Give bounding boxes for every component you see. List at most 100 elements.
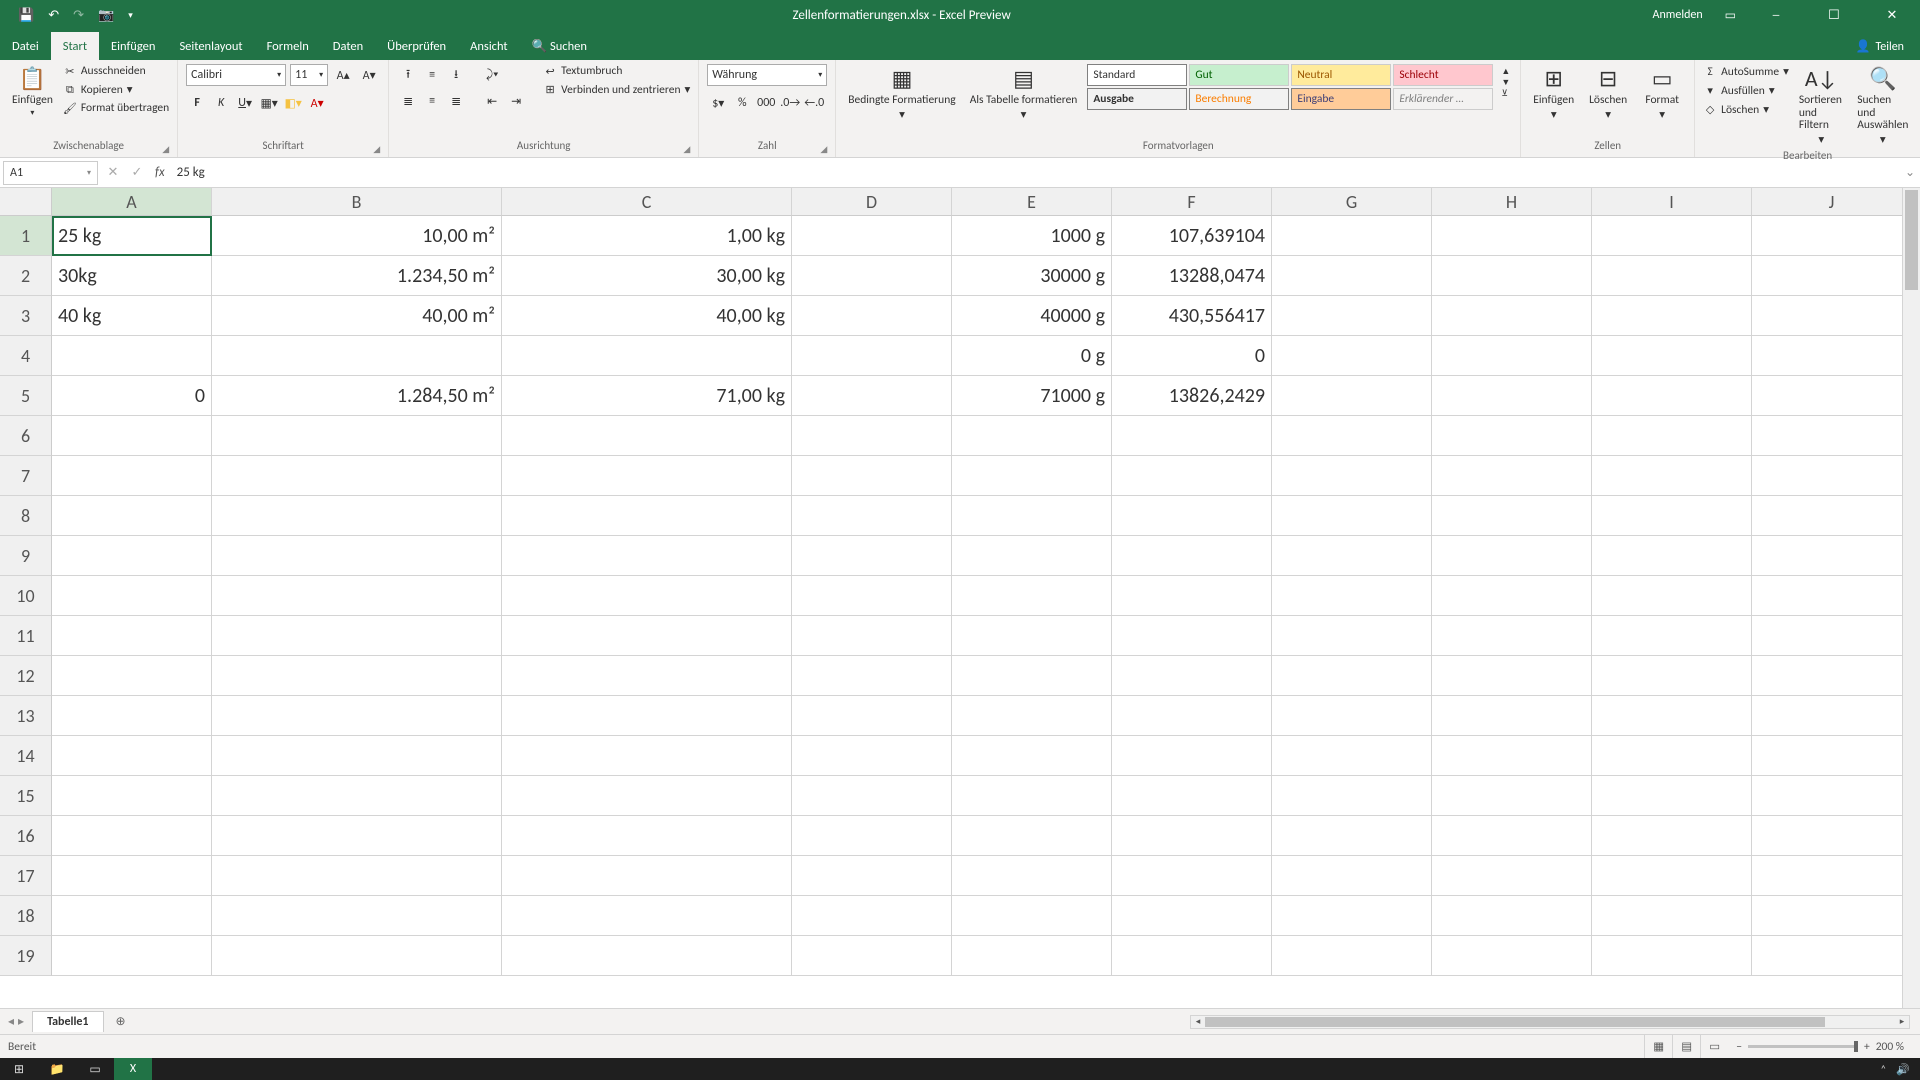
cell[interactable]	[1272, 296, 1432, 336]
cell[interactable]	[1272, 256, 1432, 296]
cell[interactable]	[1592, 216, 1752, 256]
cell[interactable]	[1592, 456, 1752, 496]
cell[interactable]	[1592, 256, 1752, 296]
cell[interactable]	[792, 456, 952, 496]
cell[interactable]	[1752, 656, 1912, 696]
cancel-formula-icon[interactable]: ✕	[101, 165, 125, 180]
increase-font-icon[interactable]: A▴	[332, 64, 354, 86]
cell[interactable]	[212, 416, 502, 456]
camera-icon[interactable]: 📷	[98, 8, 114, 23]
cell[interactable]	[1432, 416, 1592, 456]
cell[interactable]	[1592, 936, 1752, 976]
cell[interactable]	[1112, 496, 1272, 536]
italic-button[interactable]: K	[210, 92, 232, 114]
cell[interactable]	[1112, 736, 1272, 776]
align-center-icon[interactable]: ≡	[421, 90, 443, 112]
row-header[interactable]: 15	[0, 776, 52, 816]
cell[interactable]: 107,639104	[1112, 216, 1272, 256]
font-color-button[interactable]: A▾	[306, 92, 328, 114]
cell[interactable]	[1112, 696, 1272, 736]
style-erklaerend[interactable]: Erklärender …	[1393, 88, 1493, 110]
style-gut[interactable]: Gut	[1189, 64, 1289, 86]
row-header[interactable]: 19	[0, 936, 52, 976]
font-size-select[interactable]: 11▾	[290, 64, 328, 86]
cell[interactable]	[1432, 296, 1592, 336]
enter-formula-icon[interactable]: ✓	[125, 165, 149, 180]
cell[interactable]	[52, 456, 212, 496]
excel-taskbar-icon[interactable]: X	[114, 1058, 152, 1080]
cell[interactable]	[502, 696, 792, 736]
cell[interactable]	[952, 536, 1112, 576]
cell[interactable]	[952, 896, 1112, 936]
cell[interactable]	[1272, 456, 1432, 496]
cell[interactable]	[1432, 456, 1592, 496]
cell[interactable]	[1112, 816, 1272, 856]
column-header[interactable]: H	[1432, 188, 1592, 216]
cell[interactable]	[52, 536, 212, 576]
page-layout-view-icon[interactable]: ▤	[1672, 1035, 1700, 1058]
cell[interactable]	[1592, 736, 1752, 776]
cell[interactable]	[952, 696, 1112, 736]
cell[interactable]	[502, 416, 792, 456]
cell[interactable]	[502, 896, 792, 936]
row-header[interactable]: 2	[0, 256, 52, 296]
cell[interactable]	[1272, 576, 1432, 616]
cell[interactable]: 1000 g	[952, 216, 1112, 256]
sheet-nav-last-icon[interactable]: ▸	[18, 1014, 24, 1029]
cell[interactable]	[1592, 296, 1752, 336]
cell[interactable]	[952, 616, 1112, 656]
style-down-icon[interactable]: ▼	[1501, 77, 1510, 88]
cell[interactable]	[792, 656, 952, 696]
tab-daten[interactable]: Daten	[321, 32, 375, 60]
cell[interactable]	[1752, 696, 1912, 736]
cell[interactable]: 40000 g	[952, 296, 1112, 336]
row-header[interactable]: 12	[0, 656, 52, 696]
cell[interactable]	[792, 296, 952, 336]
cell[interactable]	[1432, 376, 1592, 416]
cell[interactable]	[52, 336, 212, 376]
dialog-launcher-icon[interactable]: ◢	[683, 144, 690, 155]
select-all-corner[interactable]	[0, 188, 52, 216]
cell[interactable]	[792, 776, 952, 816]
cell[interactable]	[502, 816, 792, 856]
row-header[interactable]: 3	[0, 296, 52, 336]
cell[interactable]: 30,00 kg	[502, 256, 792, 296]
cell[interactable]	[1752, 336, 1912, 376]
cell[interactable]	[1752, 256, 1912, 296]
normal-view-icon[interactable]: ▦	[1644, 1035, 1672, 1058]
cell[interactable]	[1752, 296, 1912, 336]
cell[interactable]	[1272, 776, 1432, 816]
sheet-nav-first-icon[interactable]: ◂	[8, 1014, 14, 1029]
insert-cells-button[interactable]: ⊞Einfügen▾	[1529, 64, 1578, 123]
increase-decimal-icon[interactable]: .0→	[779, 92, 801, 114]
cell[interactable]: 0	[1112, 336, 1272, 376]
cell[interactable]	[952, 936, 1112, 976]
cell[interactable]	[1752, 856, 1912, 896]
cell[interactable]	[1112, 536, 1272, 576]
cell[interactable]	[212, 616, 502, 656]
style-more-icon[interactable]: ⊻	[1501, 88, 1510, 99]
cell[interactable]	[1272, 736, 1432, 776]
ribbon-options-icon[interactable]: ▭	[1725, 8, 1736, 23]
style-standard[interactable]: Standard	[1087, 64, 1187, 86]
cell[interactable]: 40,00 kg	[502, 296, 792, 336]
cell[interactable]	[1432, 576, 1592, 616]
dialog-launcher-icon[interactable]: ◢	[162, 144, 169, 155]
fill-color-button[interactable]: ◧▾	[282, 92, 304, 114]
cell[interactable]	[1592, 616, 1752, 656]
sort-filter-button[interactable]: A↓Sortieren und Filtern▾	[1795, 64, 1848, 149]
border-button[interactable]: ▦▾	[258, 92, 280, 114]
cell[interactable]: 71000 g	[952, 376, 1112, 416]
cell[interactable]	[1112, 896, 1272, 936]
file-explorer-icon[interactable]: 📁	[38, 1058, 76, 1080]
cell[interactable]	[792, 336, 952, 376]
cell[interactable]	[212, 576, 502, 616]
cell[interactable]	[1112, 576, 1272, 616]
row-header[interactable]: 8	[0, 496, 52, 536]
align-middle-icon[interactable]: ≡	[421, 64, 443, 86]
cell[interactable]	[1752, 416, 1912, 456]
row-header[interactable]: 16	[0, 816, 52, 856]
cell[interactable]: 40,00 m²	[212, 296, 502, 336]
cell[interactable]	[502, 456, 792, 496]
cell[interactable]	[212, 496, 502, 536]
